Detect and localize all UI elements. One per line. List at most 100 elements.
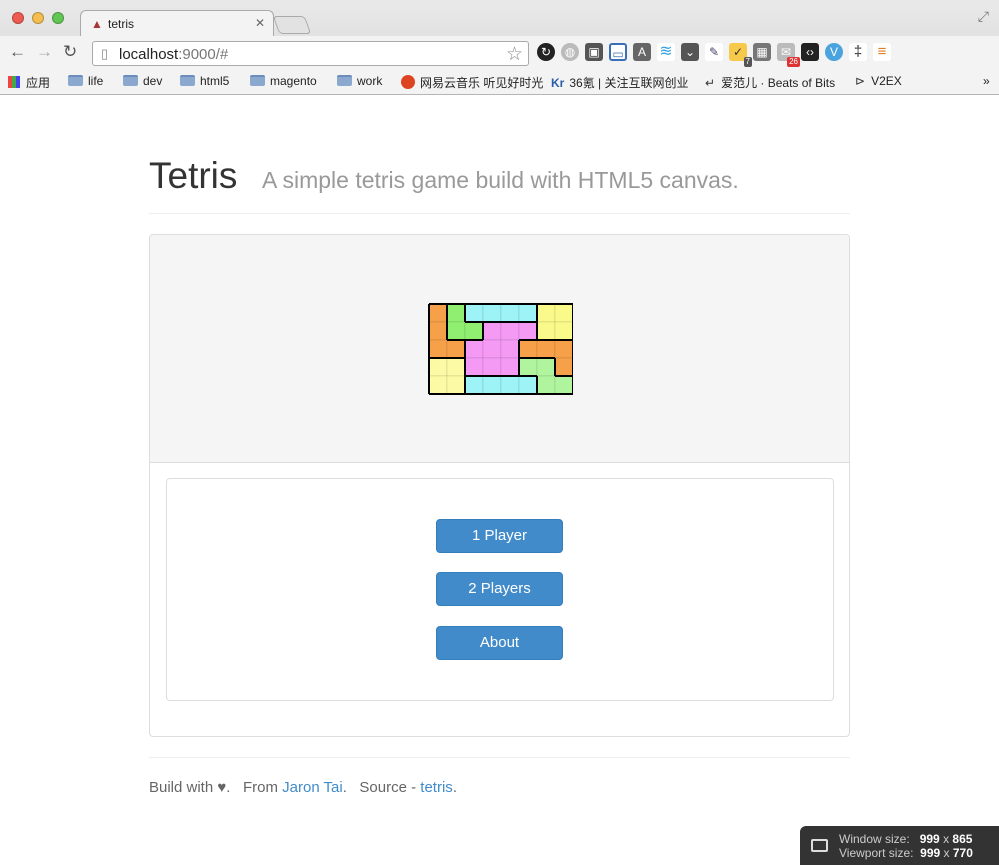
address-bar[interactable]: ▯ localhost:9000/# ☆ (92, 41, 529, 66)
bookmark-life[interactable]: life (68, 74, 103, 88)
footer-from: From (242, 779, 278, 796)
tetris-cell (464, 375, 484, 395)
angular-extension-icon[interactable]: A (633, 43, 651, 61)
reload-icon[interactable]: ↻ (63, 42, 77, 62)
tetris-cell (518, 303, 538, 323)
bookmark-ifanr[interactable]: ↵ 爱范儿 · Beats of Bits (705, 74, 835, 91)
screenshot-extension-icon[interactable]: ▭ (609, 43, 627, 61)
page-footer: Build with ♥. From Jaron Tai. Source - t… (149, 757, 850, 796)
tetris-cell (446, 303, 466, 323)
tetris-cell (446, 339, 466, 359)
tetris-cell (464, 357, 484, 377)
forward-icon[interactable]: → (36, 42, 53, 62)
logo-area (150, 235, 849, 463)
maximize-window-button[interactable] (52, 12, 64, 24)
bookmark-apps[interactable]: 应用 (8, 74, 50, 91)
page-content: Tetris A simple tetris game build with H… (0, 95, 999, 865)
grid-extension-icon[interactable]: ▦ (753, 43, 771, 61)
tree-extension-icon[interactable]: ‡ (849, 43, 867, 61)
tetris-cell (446, 375, 466, 395)
apps-grid-icon (8, 76, 20, 88)
tab-title: tetris (108, 17, 135, 31)
tetris-cell (482, 303, 502, 323)
bookmark-36kr[interactable]: Kr 36氪 | 关注互联网创业 (551, 74, 688, 91)
page-icon: ▯ (101, 46, 109, 61)
ifanr-icon: ↵ (705, 76, 716, 90)
tetris-cell (518, 339, 538, 359)
folder-icon (250, 75, 265, 86)
bookmark-dev[interactable]: dev (123, 74, 162, 88)
two-players-button[interactable]: 2 Players (436, 572, 563, 606)
back-icon[interactable]: ← (9, 42, 26, 62)
tab-close-icon[interactable]: ✕ (255, 16, 265, 30)
tetris-cell (500, 339, 520, 359)
netease-music-icon (401, 75, 415, 89)
footer-source: Source - (359, 779, 417, 796)
extension-icons: ↻ ◍ ▣ ▭ A ≋ ⌄ ✎ ✓ 7 ▦ ✉ 26 ‹› V ‡ ≡ (537, 43, 891, 67)
tetris-cell (536, 321, 556, 341)
tetris-cell (428, 303, 448, 323)
tetris-cell (536, 339, 556, 359)
about-button[interactable]: About (436, 626, 563, 660)
tetris-cell (482, 339, 502, 359)
sync-extension-icon[interactable]: ↻ (537, 43, 555, 61)
bookmark-html5[interactable]: html5 (180, 74, 229, 88)
tab-favicon-icon: ▲ (91, 17, 103, 31)
tetris-cell (482, 357, 502, 377)
browser-chrome: ▲ tetris ✕ ⤢ ← → ↻ ▯ localhost:9000/# ☆ … (0, 0, 999, 95)
page-header: Tetris A simple tetris game build with H… (149, 155, 850, 214)
bookmark-magento[interactable]: magento (250, 74, 317, 88)
heart-icon: ♥ (217, 779, 227, 796)
tetris-cell (482, 321, 502, 341)
tetris-cell (554, 357, 573, 377)
browser-tab[interactable]: ▲ tetris ✕ (80, 10, 274, 37)
pocket-extension-icon[interactable]: ⌄ (681, 43, 699, 61)
bookmark-work[interactable]: work (337, 74, 382, 88)
footer-build-with: Build with (149, 779, 214, 796)
mail-extension-icon[interactable]: ✉ 26 (777, 43, 800, 67)
tetris-cell (428, 357, 448, 377)
globe-extension-icon[interactable]: ◍ (561, 43, 579, 61)
tetris-cell (500, 303, 520, 323)
camera-extension-icon[interactable]: ▣ (585, 43, 603, 61)
v-extension-icon[interactable]: V (825, 43, 843, 61)
menu-icon[interactable]: ≡ (873, 43, 891, 61)
browser-toolbar: ← → ↻ ▯ localhost:9000/# ☆ ↻ ◍ ▣ ▭ A ≋ ⌄… (0, 36, 999, 70)
tetris-cell (518, 375, 538, 395)
bookmark-netease-music[interactable]: 网易云音乐 听见好时光 (401, 74, 543, 91)
tetris-cell (554, 303, 573, 323)
repo-link[interactable]: tetris (420, 779, 453, 796)
bookmark-v2ex[interactable]: ⊳ V2EX (855, 74, 902, 88)
bookmark-star-icon[interactable]: ☆ (506, 43, 523, 66)
tetris-cell (500, 321, 520, 341)
tetris-logo (428, 303, 573, 395)
close-window-button[interactable] (12, 12, 24, 24)
bookmarks-overflow-icon[interactable]: » (983, 74, 990, 88)
page-subtitle: A simple tetris game build with HTML5 ca… (262, 167, 739, 193)
viewport-size: Viewport size: 999 x 770 (839, 846, 973, 860)
code-extension-icon[interactable]: ‹› (801, 43, 819, 61)
minimize-window-button[interactable] (32, 12, 44, 24)
mail-badge: 26 (787, 57, 800, 67)
folder-icon (68, 75, 83, 86)
menu-box: 1 Player 2 Players About (166, 478, 834, 701)
fullscreen-icon[interactable]: ⤢ (978, 8, 989, 25)
one-player-button[interactable]: 1 Player (436, 519, 563, 553)
footer-period: . (342, 779, 347, 796)
wifi-extension-icon[interactable]: ≋ (657, 43, 675, 61)
new-tab-button[interactable] (272, 16, 312, 34)
author-link[interactable]: Jaron Tai (282, 779, 343, 796)
page-title: Tetris (149, 155, 238, 196)
tetris-cell (554, 321, 573, 341)
36kr-icon: Kr (551, 76, 565, 90)
tetris-cell (554, 375, 573, 395)
tetris-cell (536, 375, 556, 395)
tetris-cell (536, 357, 556, 377)
clip-extension-icon[interactable]: ✓ 7 (729, 43, 752, 67)
bookmarks-bar: 应用 life dev html5 magento work 网易云音乐 听见好… (0, 70, 999, 94)
tetris-cell (428, 375, 448, 395)
tetris-cell (446, 357, 466, 377)
eyedropper-extension-icon[interactable]: ✎ (705, 43, 723, 61)
tetris-cell (464, 339, 484, 359)
tetris-cell (554, 339, 573, 359)
